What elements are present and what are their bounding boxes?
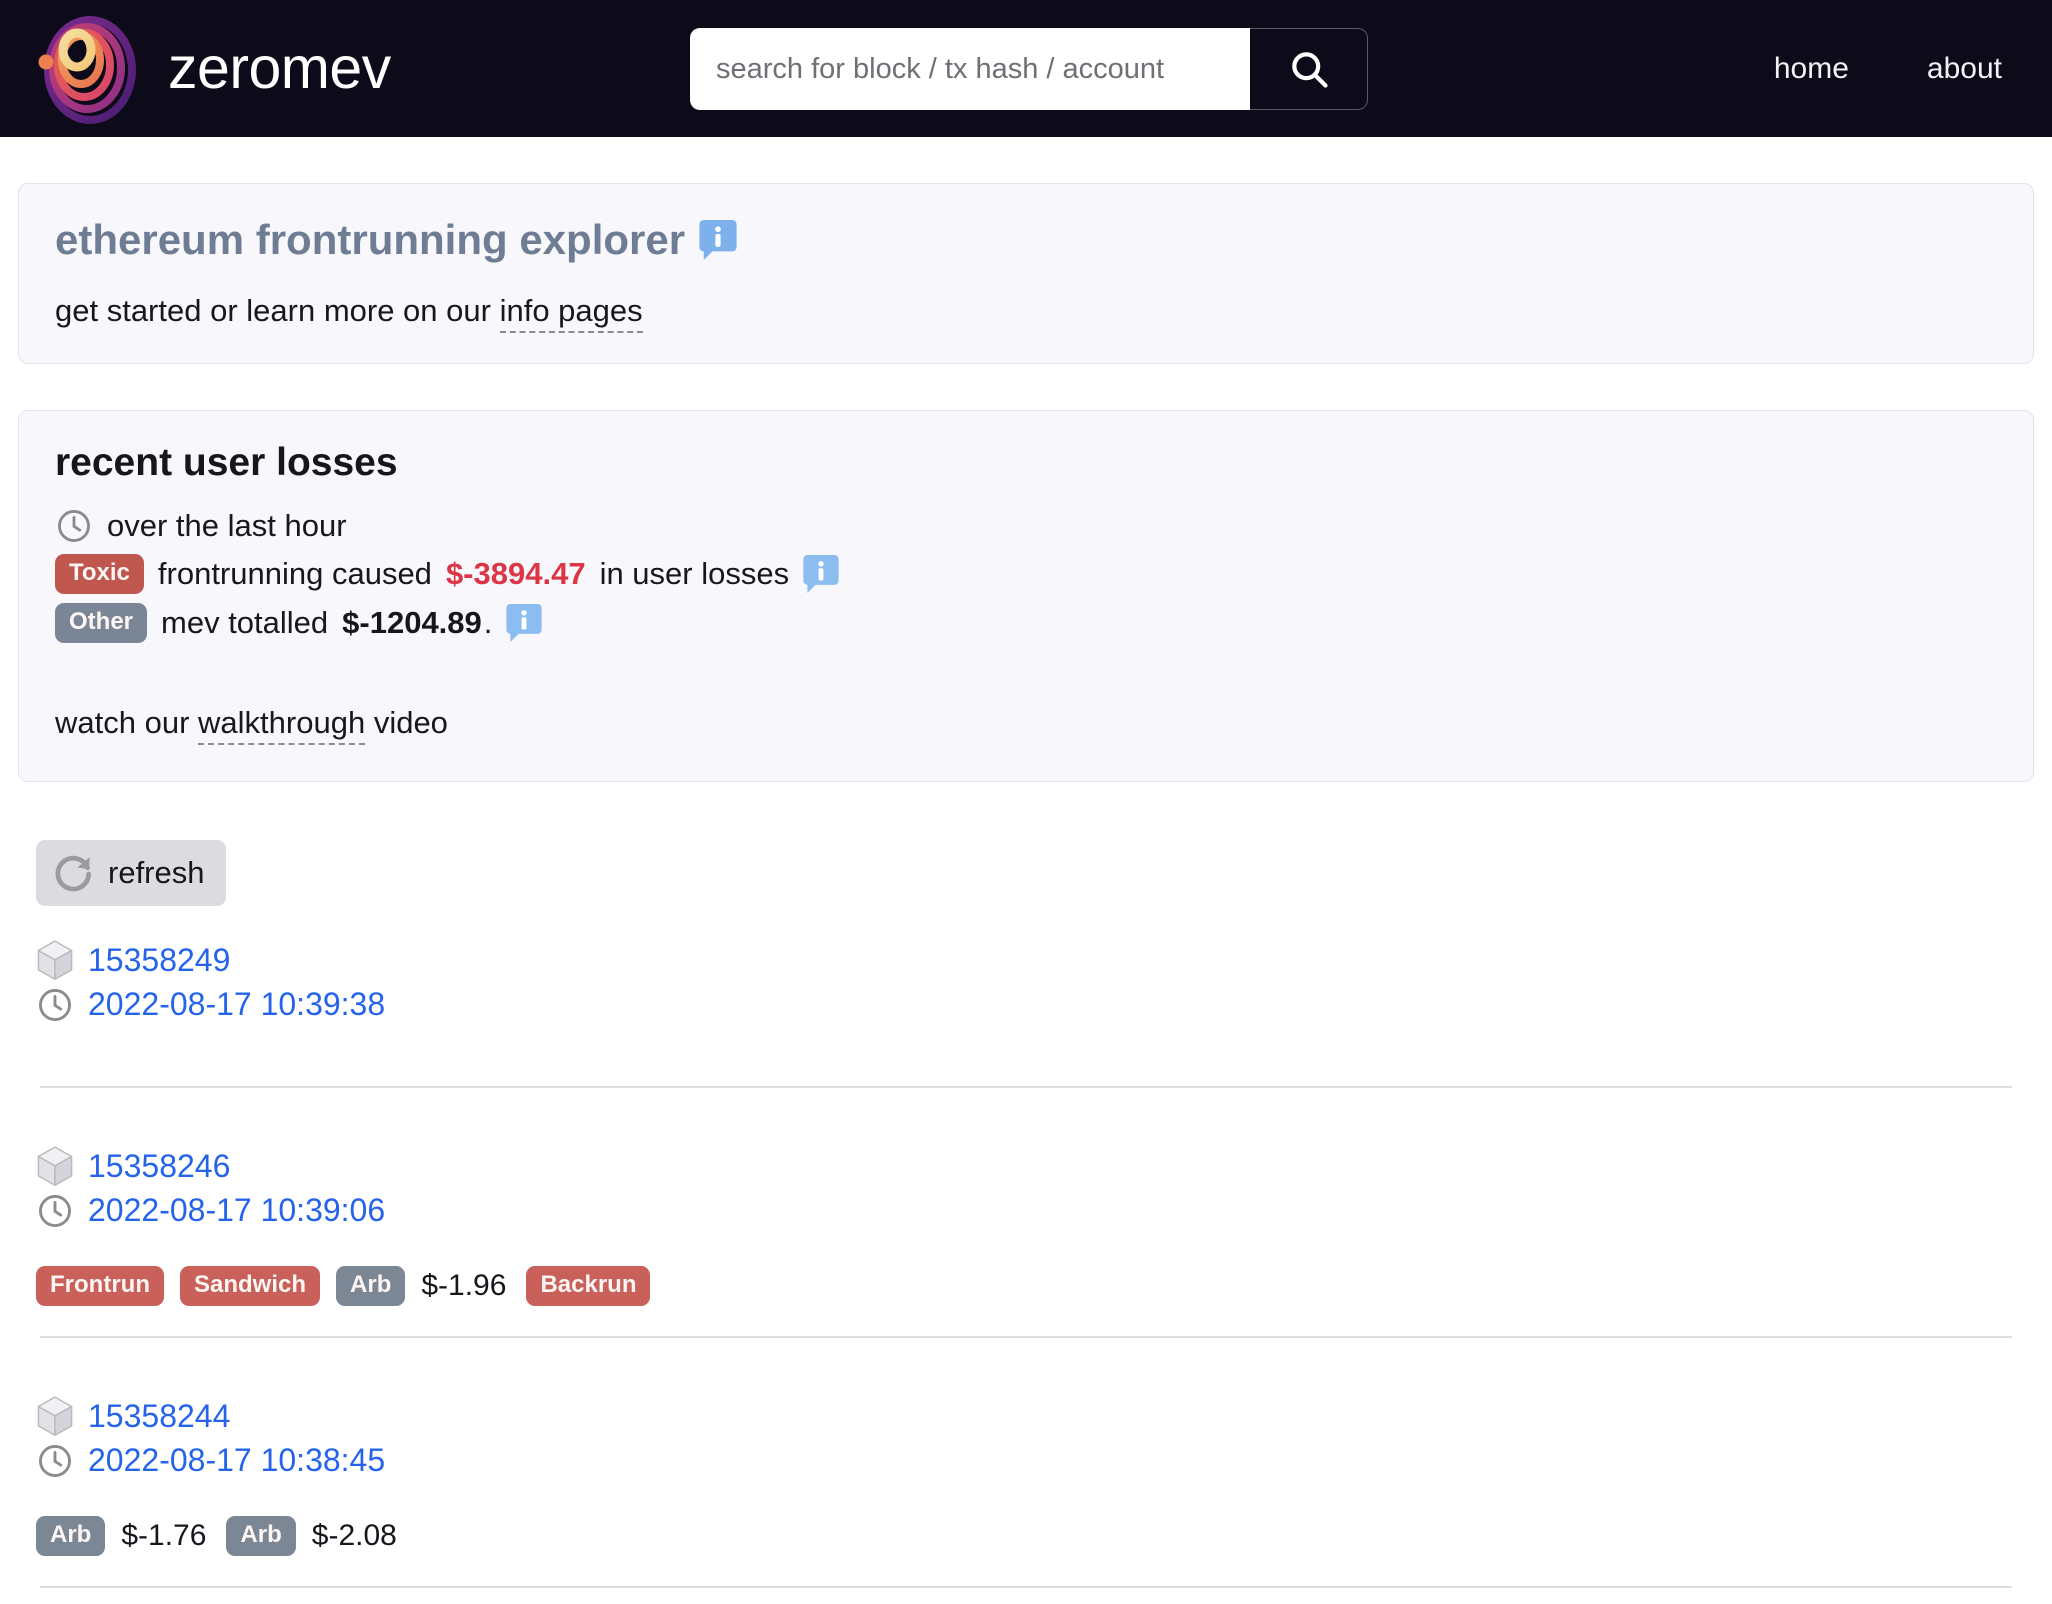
page-title-text: ethereum frontrunning explorer bbox=[55, 216, 686, 263]
toxic-text-before: frontrunning caused bbox=[157, 555, 432, 591]
mev-tag-arb[interactable]: Arb bbox=[36, 1515, 106, 1556]
mev-tag-backrun[interactable]: Backrun bbox=[526, 1265, 651, 1306]
info-icon[interactable] bbox=[699, 220, 737, 261]
block-time-line: 2022-08-17 10:39:06 bbox=[36, 1192, 2016, 1230]
refresh-label: refresh bbox=[108, 854, 205, 890]
intro-line: get started or learn more on our info pa… bbox=[55, 292, 1997, 333]
cube-icon bbox=[36, 1145, 74, 1188]
losses-card-title: recent user losses bbox=[55, 440, 398, 484]
zeromev-rings-logo-icon bbox=[28, 10, 146, 128]
top-header-bar: zeromev home about bbox=[0, 0, 2052, 137]
main-nav: home about bbox=[1774, 52, 2024, 86]
clock-icon bbox=[36, 1442, 74, 1480]
nav-link-about[interactable]: about bbox=[1927, 52, 2002, 86]
mev-tag-arb[interactable]: Arb bbox=[226, 1515, 296, 1556]
cube-icon bbox=[36, 1395, 74, 1438]
mev-tag-amount: $-2.08 bbox=[311, 1518, 397, 1552]
info-icon[interactable] bbox=[803, 554, 839, 593]
search-bar[interactable] bbox=[690, 28, 1368, 110]
block-time-link[interactable]: 2022-08-17 10:38:45 bbox=[88, 1442, 385, 1479]
search-input[interactable] bbox=[690, 28, 1250, 110]
clock-icon bbox=[36, 986, 74, 1024]
brand-logo-group[interactable]: zeromev bbox=[28, 10, 391, 128]
clock-icon bbox=[36, 1192, 74, 1230]
cube-icon bbox=[36, 939, 74, 982]
walkthrough-text-after: video bbox=[373, 704, 448, 740]
row-divider bbox=[40, 1585, 2012, 1588]
brand-name: zeromev bbox=[168, 35, 391, 101]
losses-period-row: over the last hour bbox=[55, 507, 1997, 545]
walkthrough-video-link[interactable]: walkthrough bbox=[198, 704, 366, 745]
mev-tag-arb[interactable]: Arb bbox=[336, 1265, 406, 1306]
block-time-line: 2022-08-17 10:39:38 bbox=[36, 986, 2016, 1024]
toxic-text-after: in user losses bbox=[599, 555, 790, 591]
row-divider bbox=[40, 1335, 2012, 1338]
recent-user-losses-card: recent user losses over the last hour To… bbox=[18, 409, 2034, 782]
walkthrough-text-before: watch our bbox=[55, 704, 190, 740]
refresh-button[interactable]: refresh bbox=[36, 839, 227, 906]
block-number-line: 15358246 bbox=[36, 1145, 2016, 1188]
block-list: 15358249 2022-08-17 10:39:38 15358246 20… bbox=[18, 939, 2034, 1604]
list-item: 15358246 2022-08-17 10:39:06 Frontrun Sa… bbox=[36, 1145, 2016, 1354]
search-submit-button[interactable] bbox=[1250, 28, 1368, 110]
block-number-link[interactable]: 15358249 bbox=[88, 942, 230, 979]
block-number-line: 15358249 bbox=[36, 939, 2016, 982]
row-divider bbox=[40, 1085, 2012, 1088]
other-amount: $-1204.89 bbox=[342, 604, 482, 640]
status-badge-other[interactable]: Other bbox=[55, 602, 148, 643]
other-text-before: mev totalled bbox=[161, 604, 329, 640]
block-time-link[interactable]: 2022-08-17 10:39:38 bbox=[88, 986, 385, 1023]
other-mev-row: Other mev totalled $-1204.89 . bbox=[55, 602, 1997, 643]
mev-tag-sandwich[interactable]: Sandwich bbox=[179, 1265, 321, 1306]
losses-period-label: over the last hour bbox=[107, 507, 347, 543]
info-icon[interactable] bbox=[506, 603, 543, 642]
mev-tag-row: Frontrun Sandwich Arb $-1.96 Backrun bbox=[36, 1265, 2016, 1306]
clock-icon bbox=[55, 507, 93, 545]
block-time-line: 2022-08-17 10:38:45 bbox=[36, 1442, 2016, 1480]
status-badge-toxic[interactable]: Toxic bbox=[55, 553, 144, 594]
block-number-line: 15358244 bbox=[36, 1395, 2016, 1438]
page-title: ethereum frontrunning explorer bbox=[55, 214, 1997, 267]
intro-text: get started or learn more on our bbox=[55, 292, 491, 328]
walkthrough-line: watch our walkthrough video bbox=[55, 704, 1997, 745]
toxic-losses-row: Toxic frontrunning caused $-3894.47 in u… bbox=[55, 553, 1997, 594]
block-time-link[interactable]: 2022-08-17 10:39:06 bbox=[88, 1192, 385, 1229]
refresh-icon bbox=[52, 851, 96, 895]
nav-link-home[interactable]: home bbox=[1774, 52, 1849, 86]
mev-tag-row: Arb $-1.76 Arb $-2.08 bbox=[36, 1515, 2016, 1556]
intro-card: ethereum frontrunning explorer get start… bbox=[18, 183, 2034, 364]
other-text-after: . bbox=[483, 604, 493, 640]
list-item: 15358244 2022-08-17 10:38:45 Arb $-1.76 … bbox=[36, 1395, 2016, 1604]
list-item: 15358249 2022-08-17 10:39:38 bbox=[36, 939, 2016, 1104]
info-pages-link[interactable]: info pages bbox=[499, 292, 643, 333]
toxic-amount: $-3894.47 bbox=[445, 555, 586, 591]
mev-tag-frontrun[interactable]: Frontrun bbox=[36, 1265, 164, 1306]
block-number-link[interactable]: 15358246 bbox=[88, 1148, 230, 1185]
search-icon bbox=[1287, 47, 1331, 91]
mev-tag-amount: $-1.76 bbox=[121, 1518, 207, 1552]
block-number-link[interactable]: 15358244 bbox=[88, 1398, 230, 1435]
mev-tag-amount: $-1.96 bbox=[421, 1268, 507, 1302]
